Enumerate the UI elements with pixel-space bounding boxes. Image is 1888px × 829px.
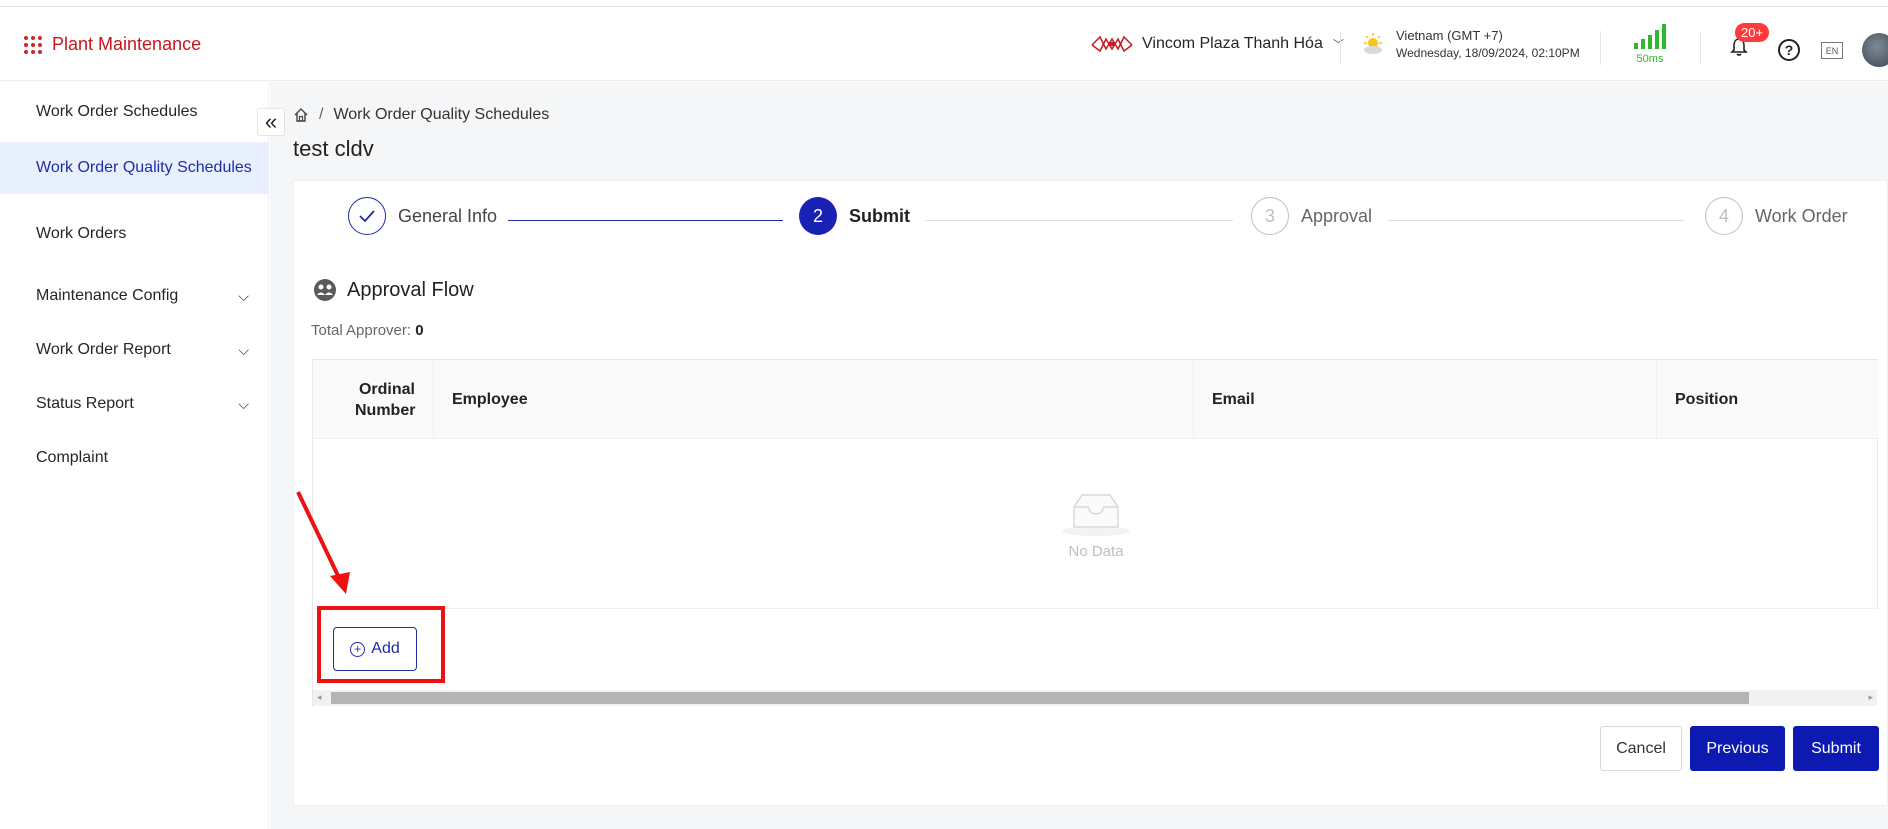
- sidebar-item-complaint[interactable]: Complaint: [0, 432, 269, 484]
- sidebar: Work Order Schedules Work Order Quality …: [0, 82, 269, 829]
- column-label: Position: [1675, 390, 1739, 408]
- horizontal-scrollbar[interactable]: ◂ ▸: [313, 690, 1877, 706]
- total-approver-label: Total Approver:: [311, 322, 412, 339]
- sidebar-item-label: Work Order Report: [36, 341, 171, 358]
- latency-value: 50ms: [1636, 53, 1664, 65]
- sidebar-item-status-report[interactable]: Status Report ⌵: [0, 378, 269, 430]
- sidebar-item-work-orders[interactable]: Work Orders: [0, 208, 269, 260]
- site-selector[interactable]: Vincom Plaza Thanh Hóa ﹀: [1090, 33, 1344, 55]
- chevron-down-icon: ⌵: [238, 287, 249, 304]
- header-divider: [1600, 31, 1601, 65]
- header-divider: [1700, 31, 1701, 65]
- avatar[interactable]: [1862, 33, 1888, 67]
- column-ordinal-number[interactable]: Ordinal Number: [313, 360, 434, 439]
- scrollbar-thumb[interactable]: [331, 692, 1749, 704]
- sidebar-item-label: Work Order Quality Schedules: [36, 159, 252, 176]
- step-label: General Info: [398, 205, 498, 226]
- sidebar-item-work-order-schedules[interactable]: Work Order Schedules: [0, 86, 269, 138]
- empty-inbox-icon: [1062, 493, 1130, 536]
- step-connector: [508, 220, 783, 221]
- signal-bars-icon: [1630, 23, 1670, 49]
- step-connector: [925, 220, 1233, 221]
- header-divider: [1340, 31, 1341, 65]
- column-label: Ordinal Number: [355, 380, 416, 419]
- sidebar-item-label: Maintenance Config: [36, 287, 179, 304]
- timezone-label: Vietnam (GMT +7): [1396, 28, 1503, 43]
- chevron-down-icon: ⌵: [238, 395, 249, 412]
- previous-button[interactable]: Previous: [1690, 726, 1785, 771]
- table-footer: + Add ◂ ▸: [313, 608, 1879, 708]
- language-switch[interactable]: EN: [1821, 42, 1843, 59]
- step-general-info[interactable]: General Info: [348, 197, 497, 235]
- approval-flow-heading: Approval Flow: [313, 278, 474, 302]
- step-connector: [1388, 220, 1684, 221]
- column-label: Employee: [452, 390, 528, 408]
- column-position[interactable]: Position: [1657, 360, 1877, 439]
- browser-top-edge: [0, 0, 1888, 7]
- annotation-highlight-box: [317, 606, 445, 683]
- collapse-sidebar-button[interactable]: «: [257, 108, 285, 136]
- step-number: 3: [1251, 197, 1289, 235]
- step-submit[interactable]: 2 Submit: [799, 197, 910, 235]
- step-label: Submit: [849, 205, 910, 226]
- total-approver: Total Approver: 0: [311, 322, 424, 339]
- app-grid-icon[interactable]: [24, 35, 42, 54]
- submit-button[interactable]: Submit: [1793, 726, 1879, 771]
- connection-status: 50ms: [1630, 23, 1670, 65]
- step-label: Approval: [1301, 205, 1373, 226]
- notification-badge: 20+: [1735, 23, 1770, 42]
- total-approver-value: 0: [415, 322, 424, 339]
- annotation-arrow-icon: [296, 491, 350, 594]
- breadcrumb-current[interactable]: Work Order Quality Schedules: [333, 106, 549, 124]
- sidebar-item-label: Work Orders: [36, 225, 127, 242]
- home-icon[interactable]: [293, 107, 309, 123]
- sidebar-item-work-order-quality-schedules[interactable]: Work Order Quality Schedules: [0, 142, 269, 194]
- column-employee[interactable]: Employee: [434, 360, 1194, 439]
- sidebar-item-maintenance-config[interactable]: Maintenance Config ⌵: [0, 270, 269, 322]
- step-work-order[interactable]: 4 Work Order: [1705, 197, 1848, 235]
- empty-state: No Data: [313, 440, 1879, 608]
- team-icon: [314, 279, 336, 301]
- empty-text: No Data: [1068, 542, 1124, 560]
- step-label: Work Order: [1755, 205, 1848, 226]
- help-icon[interactable]: ?: [1778, 39, 1800, 61]
- scroll-right-icon[interactable]: ▸: [1868, 692, 1873, 703]
- step-number: 4: [1705, 197, 1743, 235]
- sidebar-item-label: Complaint: [36, 449, 109, 466]
- timezone-info: Vietnam (GMT +7) Wednesday, 18/09/2024, …: [1360, 28, 1580, 60]
- column-label: Email: [1212, 390, 1255, 408]
- chevron-down-icon: ⌵: [238, 341, 249, 358]
- sidebar-item-label: Work Order Schedules: [36, 103, 198, 120]
- page-title: test cldv: [293, 136, 374, 161]
- scroll-left-icon[interactable]: ◂: [317, 692, 322, 703]
- sidebar-item-label: Status Report: [36, 395, 134, 412]
- network-logo-icon: [1091, 35, 1133, 53]
- step-approval[interactable]: 3 Approval: [1251, 197, 1372, 235]
- sidebar-item-work-order-report[interactable]: Work Order Report ⌵: [0, 324, 269, 376]
- weather-icon: [1364, 33, 1382, 54]
- breadcrumb: / Work Order Quality Schedules: [293, 106, 549, 124]
- check-icon: [348, 197, 386, 235]
- table-header: Ordinal Number Employee Email Position: [313, 360, 1879, 439]
- approval-flow-title: Approval Flow: [347, 278, 474, 301]
- column-email[interactable]: Email: [1194, 360, 1657, 439]
- app-header: Plant Maintenance Vincom Plaza Thanh Hóa…: [0, 7, 1888, 81]
- current-datetime: Wednesday, 18/09/2024, 02:10PM: [1396, 46, 1580, 60]
- step-number: 2: [799, 197, 837, 235]
- cancel-button[interactable]: Cancel: [1600, 726, 1682, 771]
- site-name: Vincom Plaza Thanh Hóa: [1142, 35, 1323, 52]
- approver-table: Ordinal Number Employee Email Position N…: [312, 359, 1879, 708]
- chevron-down-icon: ﹀: [1332, 39, 1344, 51]
- breadcrumb-separator: /: [319, 106, 324, 123]
- brand[interactable]: Plant Maintenance: [24, 34, 201, 55]
- brand-title: Plant Maintenance: [52, 34, 202, 54]
